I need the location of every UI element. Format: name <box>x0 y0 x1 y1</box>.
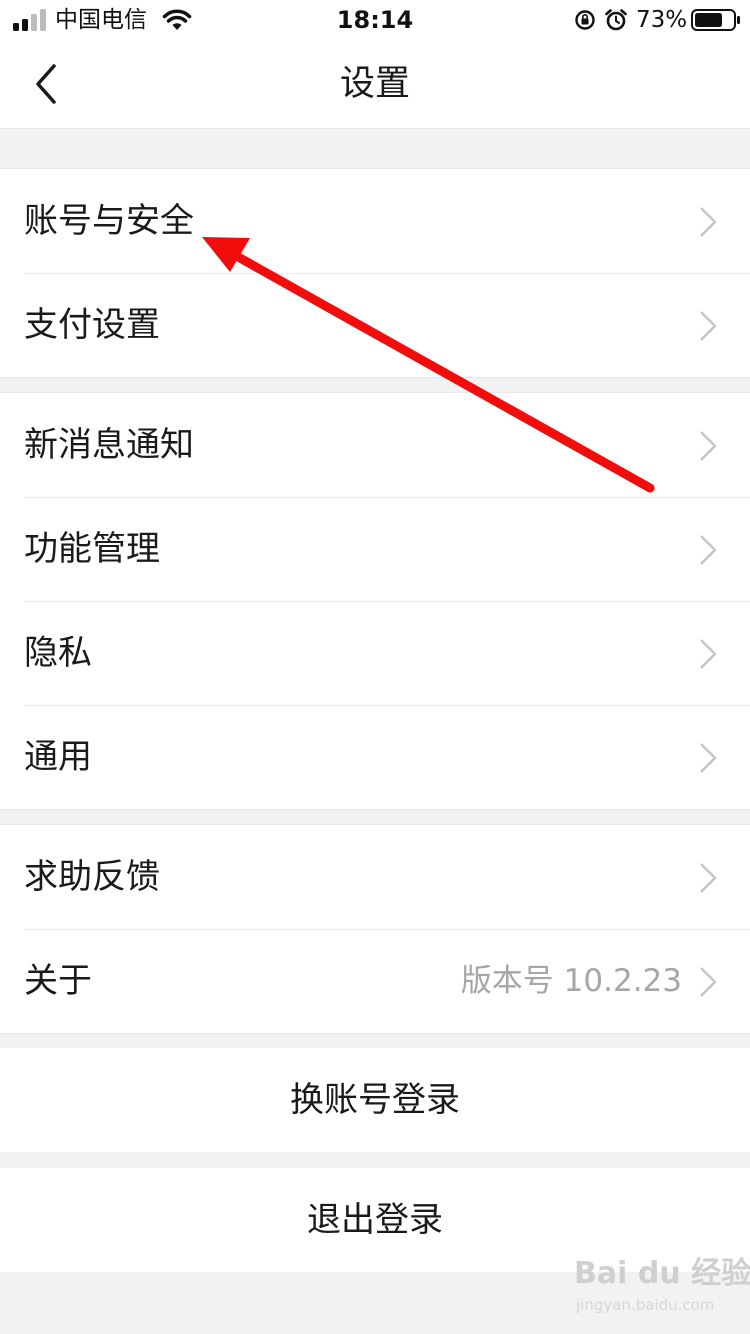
chevron-right-icon <box>700 639 717 669</box>
settings-item-label: 通用 <box>24 737 92 777</box>
switch-account-label: 换账号登录 <box>290 1080 460 1120</box>
page-title: 设置 <box>339 64 410 104</box>
chevron-right-icon <box>700 431 717 461</box>
settings-item-about[interactable]: 关于 版本号 10.2.23 <box>0 929 750 1033</box>
settings-item-general[interactable]: 通用 <box>0 705 750 809</box>
chevron-right-icon <box>700 967 717 997</box>
settings-item-feedback[interactable]: 求助反馈 <box>0 825 750 929</box>
settings-item-privacy[interactable]: 隐私 <box>0 601 750 705</box>
settings-item-label: 隐私 <box>24 633 92 673</box>
status-bar: 中国电信 18:14 73% <box>0 0 750 40</box>
back-button[interactable] <box>22 60 70 108</box>
nav-bar: 设置 <box>0 40 750 129</box>
settings-item-account-security[interactable]: 账号与安全 <box>0 169 750 273</box>
chevron-right-icon <box>700 743 717 773</box>
battery-percent: 73% <box>636 7 688 33</box>
chevron-right-icon <box>700 207 717 237</box>
chevron-right-icon <box>700 311 717 341</box>
settings-group-account: 账号与安全 支付设置 <box>0 168 750 378</box>
version-text: 版本号 10.2.23 <box>460 963 682 999</box>
chevron-left-icon <box>36 64 56 104</box>
settings-item-label: 账号与安全 <box>24 201 194 241</box>
watermark-logo-text: Bai du 经验 <box>574 1256 750 1291</box>
settings-item-notifications[interactable]: 新消息通知 <box>0 393 750 497</box>
alarm-icon <box>605 9 627 31</box>
rotation-lock-icon <box>575 10 595 30</box>
settings-item-label: 求助反馈 <box>24 857 160 897</box>
settings-item-label: 关于 <box>24 961 92 1001</box>
baidu-jingyan-watermark: Bai du 经验 jingyan.baidu.com <box>574 1254 750 1324</box>
settings-item-payment[interactable]: 支付设置 <box>0 273 750 377</box>
settings-item-label: 支付设置 <box>24 305 160 345</box>
settings-item-features[interactable]: 功能管理 <box>0 497 750 601</box>
watermark-url: jingyan.baidu.com <box>576 1296 715 1314</box>
switch-account-button[interactable]: 换账号登录 <box>0 1048 750 1152</box>
logout-label: 退出登录 <box>307 1200 443 1240</box>
chevron-right-icon <box>700 863 717 893</box>
settings-group-help: 求助反馈 关于 版本号 10.2.23 <box>0 824 750 1034</box>
chevron-right-icon <box>700 535 717 565</box>
battery-icon <box>691 9 740 31</box>
settings-item-label: 功能管理 <box>24 529 160 569</box>
settings-item-label: 新消息通知 <box>24 425 194 465</box>
settings-group-general: 新消息通知 功能管理 隐私 通用 <box>0 392 750 810</box>
